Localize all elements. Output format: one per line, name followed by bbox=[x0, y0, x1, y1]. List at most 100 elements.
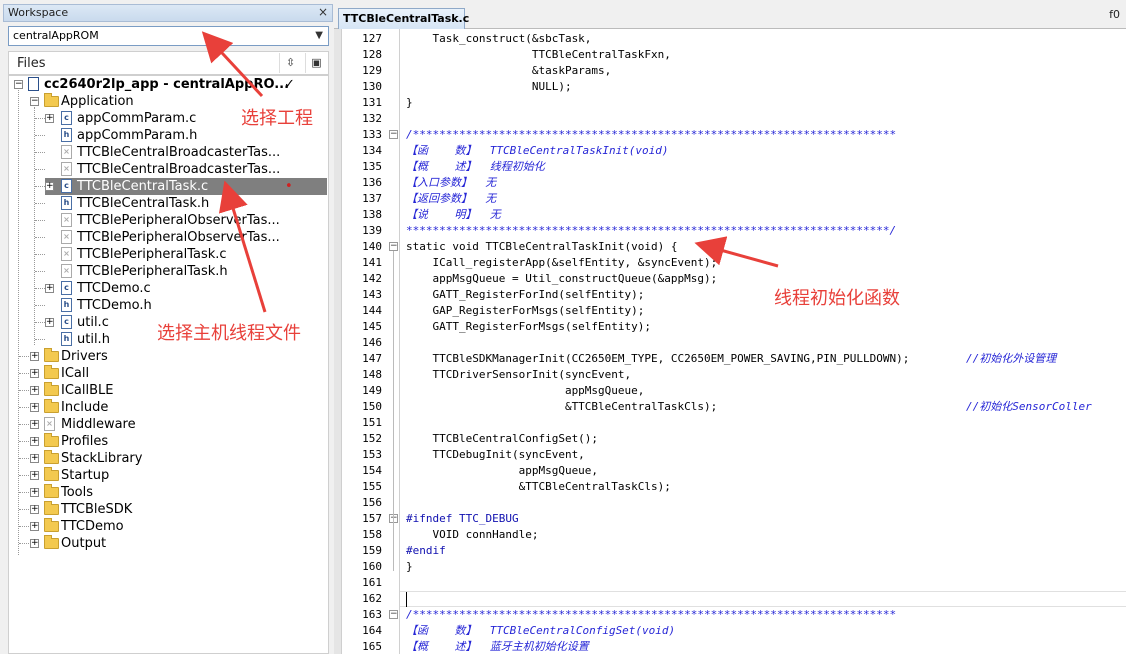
tree-guide-line bbox=[19, 373, 29, 374]
tree-file-row[interactable]: × TTCBlePeripheralTask.h bbox=[35, 263, 327, 280]
tree-folder-row[interactable]: + × Middleware bbox=[9, 416, 327, 433]
expand-toggle-icon[interactable]: + bbox=[30, 522, 39, 531]
expand-toggle-icon[interactable]: − bbox=[14, 80, 23, 89]
tree-folder-row[interactable]: + Startup bbox=[9, 467, 327, 484]
code-line: NULL); bbox=[406, 80, 572, 93]
tree-file-row[interactable]: × TTCBlePeripheralObserverTas... bbox=[35, 229, 327, 246]
expand-toggle-icon[interactable]: + bbox=[45, 182, 54, 191]
line-number: 144 bbox=[362, 304, 382, 317]
tree-guide-line bbox=[35, 305, 45, 306]
expand-toggle-icon[interactable]: + bbox=[30, 539, 39, 548]
tree-guide-line bbox=[19, 526, 29, 527]
code-line: 【说 明】 无 bbox=[406, 208, 501, 221]
tab-file[interactable]: TTCBleCentralTask.c bbox=[338, 8, 469, 29]
folder-icon bbox=[44, 484, 59, 498]
tree-file-row[interactable]: × TTCBleCentralBroadcasterTas... bbox=[35, 144, 327, 161]
files-header: Files ⇳ ▣ bbox=[8, 51, 329, 75]
code-line: TTCBleCentralConfigSet(); bbox=[406, 432, 599, 445]
tree-guide-line bbox=[35, 169, 45, 170]
line-number: 147 bbox=[362, 352, 382, 365]
expand-toggle-icon[interactable]: + bbox=[45, 284, 54, 293]
function-selector[interactable]: f0 bbox=[1109, 8, 1120, 21]
expand-toggle-icon[interactable]: + bbox=[30, 505, 39, 514]
tree-folder-row[interactable]: + ICallBLE bbox=[9, 382, 327, 399]
expand-toggle-icon[interactable]: + bbox=[45, 114, 54, 123]
tree-file-row[interactable]: + c TTCBleCentralTask.c • bbox=[35, 178, 327, 195]
tree-folder-row[interactable]: + Profiles bbox=[9, 433, 327, 450]
line-number: 141 bbox=[362, 256, 382, 269]
folder-label: Startup bbox=[61, 468, 110, 483]
expand-toggle-icon[interactable]: + bbox=[30, 403, 39, 412]
expand-toggle-icon[interactable]: + bbox=[30, 420, 39, 429]
check-icon: ✓ bbox=[284, 77, 295, 92]
expand-toggle-icon[interactable]: + bbox=[30, 386, 39, 395]
tree-folder-row[interactable]: + ICall bbox=[9, 365, 327, 382]
tree-folder-row[interactable]: + TTCBleSDK bbox=[9, 501, 327, 518]
tree-folder-row[interactable]: + Include bbox=[9, 399, 327, 416]
line-number: 153 bbox=[362, 448, 382, 461]
options-icon[interactable]: ▣ bbox=[305, 53, 327, 73]
file-label: appCommParam.h bbox=[77, 128, 198, 143]
line-number: 164 bbox=[362, 624, 382, 637]
fold-toggle-icon[interactable]: − bbox=[389, 242, 398, 251]
tree-guide-line bbox=[35, 152, 45, 153]
h-file-icon: h bbox=[61, 128, 72, 142]
close-icon[interactable]: × bbox=[318, 5, 328, 19]
tree-guide-line bbox=[19, 492, 29, 493]
line-number: 145 bbox=[362, 320, 382, 333]
expand-toggle-icon[interactable]: + bbox=[30, 369, 39, 378]
tree-folder-row[interactable]: + Drivers bbox=[9, 348, 327, 365]
tree-folder-row[interactable]: + StackLibrary bbox=[9, 450, 327, 467]
tree-file-row[interactable]: + c TTCDemo.c bbox=[35, 280, 327, 297]
expand-toggle-icon[interactable]: + bbox=[30, 352, 39, 361]
code-line: appMsgQueue, bbox=[406, 384, 645, 397]
file-label: TTCBleCentralTask.h bbox=[77, 196, 210, 211]
collapse-icon[interactable]: ⇳ bbox=[279, 53, 301, 73]
tree-file-row[interactable]: h TTCBleCentralTask.h bbox=[35, 195, 327, 212]
tree-guide-line bbox=[35, 203, 45, 204]
line-number: 161 bbox=[362, 576, 382, 589]
tree-folder-row[interactable]: + Output bbox=[9, 535, 327, 552]
code-line: } bbox=[406, 560, 413, 573]
code-line: Task_construct(&sbcTask, bbox=[406, 32, 592, 45]
expand-toggle-icon[interactable]: − bbox=[30, 97, 39, 106]
code-line: GATT_RegisterForInd(selfEntity); bbox=[406, 288, 645, 301]
tree-folder-row[interactable]: + TTCDemo bbox=[9, 518, 327, 535]
tree-file-row[interactable]: × TTCBlePeripheralTask.c bbox=[35, 246, 327, 263]
expand-toggle-icon[interactable]: + bbox=[45, 318, 54, 327]
file-label: TTCBlePeripheralTask.h bbox=[77, 264, 228, 279]
tree-file-row[interactable]: × TTCBlePeripheralObserverTas... bbox=[35, 212, 327, 229]
tree-project-row[interactable]: − cc2640r2lp_app - centralAppRO... ✓ bbox=[9, 76, 327, 93]
tree-file-row[interactable]: × TTCBleCentralBroadcasterTas... bbox=[35, 161, 327, 178]
line-number: 136 bbox=[362, 176, 382, 189]
code-line: &TTCBleCentralTaskCls); bbox=[406, 480, 671, 493]
file-label: TTCDemo.c bbox=[77, 281, 151, 296]
tree-file-row[interactable]: h TTCDemo.h bbox=[35, 297, 327, 314]
file-tree: − cc2640r2lp_app - centralAppRO... ✓ − Appli… bbox=[8, 75, 329, 654]
expand-toggle-icon[interactable]: + bbox=[30, 488, 39, 497]
tree-guide-line bbox=[19, 356, 29, 357]
folder-icon bbox=[44, 501, 59, 515]
folder-icon bbox=[44, 348, 59, 362]
configuration-select[interactable]: centralAppROM ▼ bbox=[8, 26, 329, 46]
chevron-down-icon[interactable]: ▼ bbox=[315, 30, 323, 41]
expand-toggle-icon[interactable]: + bbox=[30, 437, 39, 446]
line-number: 139 bbox=[362, 224, 382, 237]
line-number: 127 bbox=[362, 32, 382, 45]
code-line: TTCBleSDKManagerInit(CC2650EM_TYPE, CC26… bbox=[406, 352, 910, 365]
tree-folder-row[interactable]: + Tools bbox=[9, 484, 327, 501]
line-number: 130 bbox=[362, 80, 382, 93]
expand-toggle-icon[interactable]: + bbox=[30, 454, 39, 463]
line-number: 133 bbox=[362, 128, 382, 141]
code-line: GAP_RegisterForMsgs(selfEntity); bbox=[406, 304, 645, 317]
line-number: 160 bbox=[362, 560, 382, 573]
code-line: appMsgQueue, bbox=[406, 464, 599, 477]
folder-icon bbox=[44, 382, 59, 396]
fold-toggle-icon[interactable]: − bbox=[389, 610, 398, 619]
line-number: 142 bbox=[362, 272, 382, 285]
folder-label: TTCDemo bbox=[61, 519, 124, 534]
expand-toggle-icon[interactable]: + bbox=[30, 471, 39, 480]
folder-icon bbox=[44, 518, 59, 532]
fold-toggle-icon[interactable]: − bbox=[389, 130, 398, 139]
line-number: 129 bbox=[362, 64, 382, 77]
